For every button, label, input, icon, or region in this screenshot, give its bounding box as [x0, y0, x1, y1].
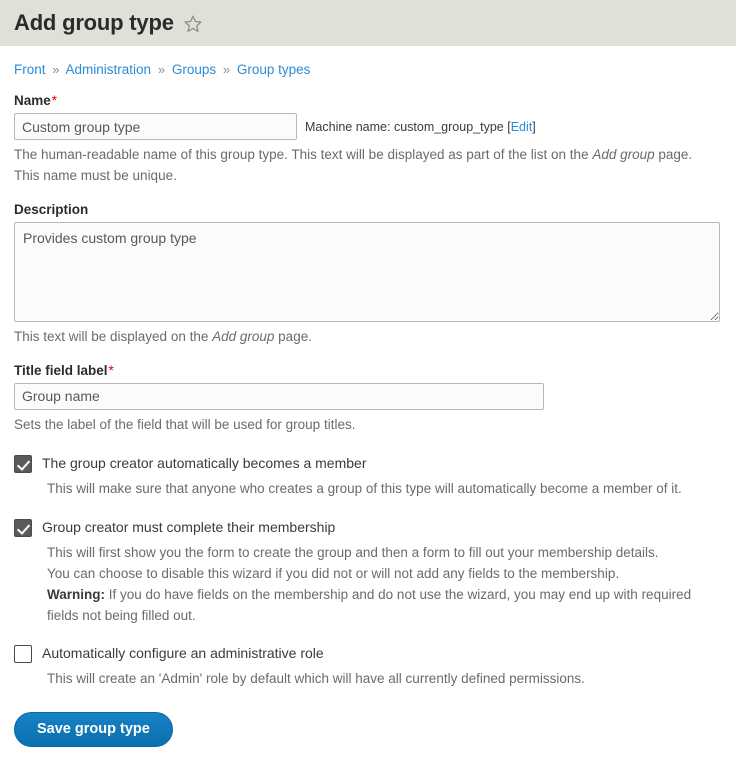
- name-label-text: Name: [14, 93, 51, 109]
- name-label: Name*: [14, 93, 722, 108]
- checkbox-complete-membership-label[interactable]: Group creator must complete their member…: [42, 518, 335, 537]
- title-field-label-help-text: Sets the label of the field that will be…: [14, 416, 356, 432]
- save-group-type-button[interactable]: Save group type: [14, 712, 173, 747]
- machine-name-prefix: Machine name:: [305, 119, 394, 134]
- description-help-part1: This text will be displayed on the: [14, 329, 213, 345]
- description-label: Description: [14, 202, 89, 218]
- machine-name-bracket-open: [: [503, 119, 511, 134]
- machine-name-value: custom_group_type: [393, 119, 504, 134]
- complete-membership-help-line2: You can choose to disable this wizard if…: [47, 565, 620, 581]
- name-help-text: The human-readable name of this group ty…: [14, 145, 714, 187]
- breadcrumb-item-group-types[interactable]: Group types: [237, 62, 311, 77]
- title-field-label-label: Title field label*: [14, 363, 722, 378]
- creator-becomes-member-row[interactable]: The group creator automatically becomes …: [14, 454, 722, 473]
- required-marker: *: [108, 362, 114, 378]
- complete-membership-help-line1: This will first show you the form to cre…: [47, 544, 659, 560]
- complete-membership-help-line3: If you do have fields on the membership …: [47, 586, 692, 623]
- breadcrumb-item-administration[interactable]: Administration: [66, 62, 152, 77]
- machine-name-display: Machine name: custom_group_type [Edit]: [305, 120, 536, 134]
- star-outline-icon[interactable]: [183, 14, 203, 34]
- name-input[interactable]: [14, 113, 297, 141]
- complete-membership-help: This will first show you the form to cre…: [47, 543, 722, 627]
- breadcrumb-separator: »: [52, 62, 60, 77]
- checkbox-creator-becomes-member-label[interactable]: The group creator automatically becomes …: [42, 454, 366, 473]
- title-field-label-text: Title field label: [14, 362, 108, 378]
- required-marker: *: [51, 93, 58, 109]
- breadcrumb: Front » Administration » Groups » Group …: [0, 46, 736, 78]
- field-admin-role: Automatically configure an administrativ…: [14, 644, 722, 690]
- add-group-type-form: Name* Machine name: custom_group_type [E…: [0, 93, 736, 767]
- checkbox-admin-role-label[interactable]: Automatically configure an administrativ…: [42, 644, 324, 663]
- complete-membership-warning-label: Warning:: [47, 586, 105, 602]
- description-help-text: This text will be displayed on the Add g…: [14, 327, 714, 348]
- breadcrumb-item-front[interactable]: Front: [14, 62, 46, 77]
- field-name: Name* Machine name: custom_group_type [E…: [14, 93, 722, 187]
- title-field-label-input[interactable]: [14, 382, 544, 410]
- page-header: Add group type: [0, 0, 736, 46]
- breadcrumb-item-groups[interactable]: Groups: [172, 62, 216, 77]
- creator-becomes-member-help: This will make sure that anyone who crea…: [47, 480, 682, 496]
- description-textarea[interactable]: [14, 222, 720, 323]
- field-complete-membership: Group creator must complete their member…: [14, 518, 722, 627]
- page-title: Add group type: [14, 10, 174, 35]
- breadcrumb-separator: »: [157, 62, 166, 77]
- checkbox-admin-role[interactable]: [14, 645, 32, 664]
- field-creator-becomes-member: The group creator automatically becomes …: [14, 454, 722, 500]
- field-description: Description This text will be displayed …: [14, 202, 722, 348]
- name-help-emphasis: Add group: [592, 147, 655, 163]
- field-title-field-label: Title field label* Sets the label of the…: [14, 363, 722, 436]
- breadcrumb-separator: »: [222, 62, 231, 77]
- machine-name-edit-link[interactable]: Edit: [511, 120, 533, 134]
- admin-role-row[interactable]: Automatically configure an administrativ…: [14, 644, 722, 664]
- form-actions: Save group type: [14, 712, 722, 767]
- name-help-part1: The human-readable name of this group ty…: [14, 147, 593, 163]
- complete-membership-row[interactable]: Group creator must complete their member…: [14, 518, 722, 537]
- name-row: Machine name: custom_group_type [Edit]: [14, 113, 722, 141]
- checkbox-creator-becomes-member[interactable]: [14, 454, 32, 473]
- description-help-part2: page.: [274, 329, 312, 345]
- machine-name-bracket-close: ]: [532, 119, 536, 134]
- admin-role-help: This will create an 'Admin' role by defa…: [47, 671, 585, 687]
- checkbox-complete-membership[interactable]: [14, 518, 32, 537]
- description-help-emphasis: Add group: [212, 329, 275, 345]
